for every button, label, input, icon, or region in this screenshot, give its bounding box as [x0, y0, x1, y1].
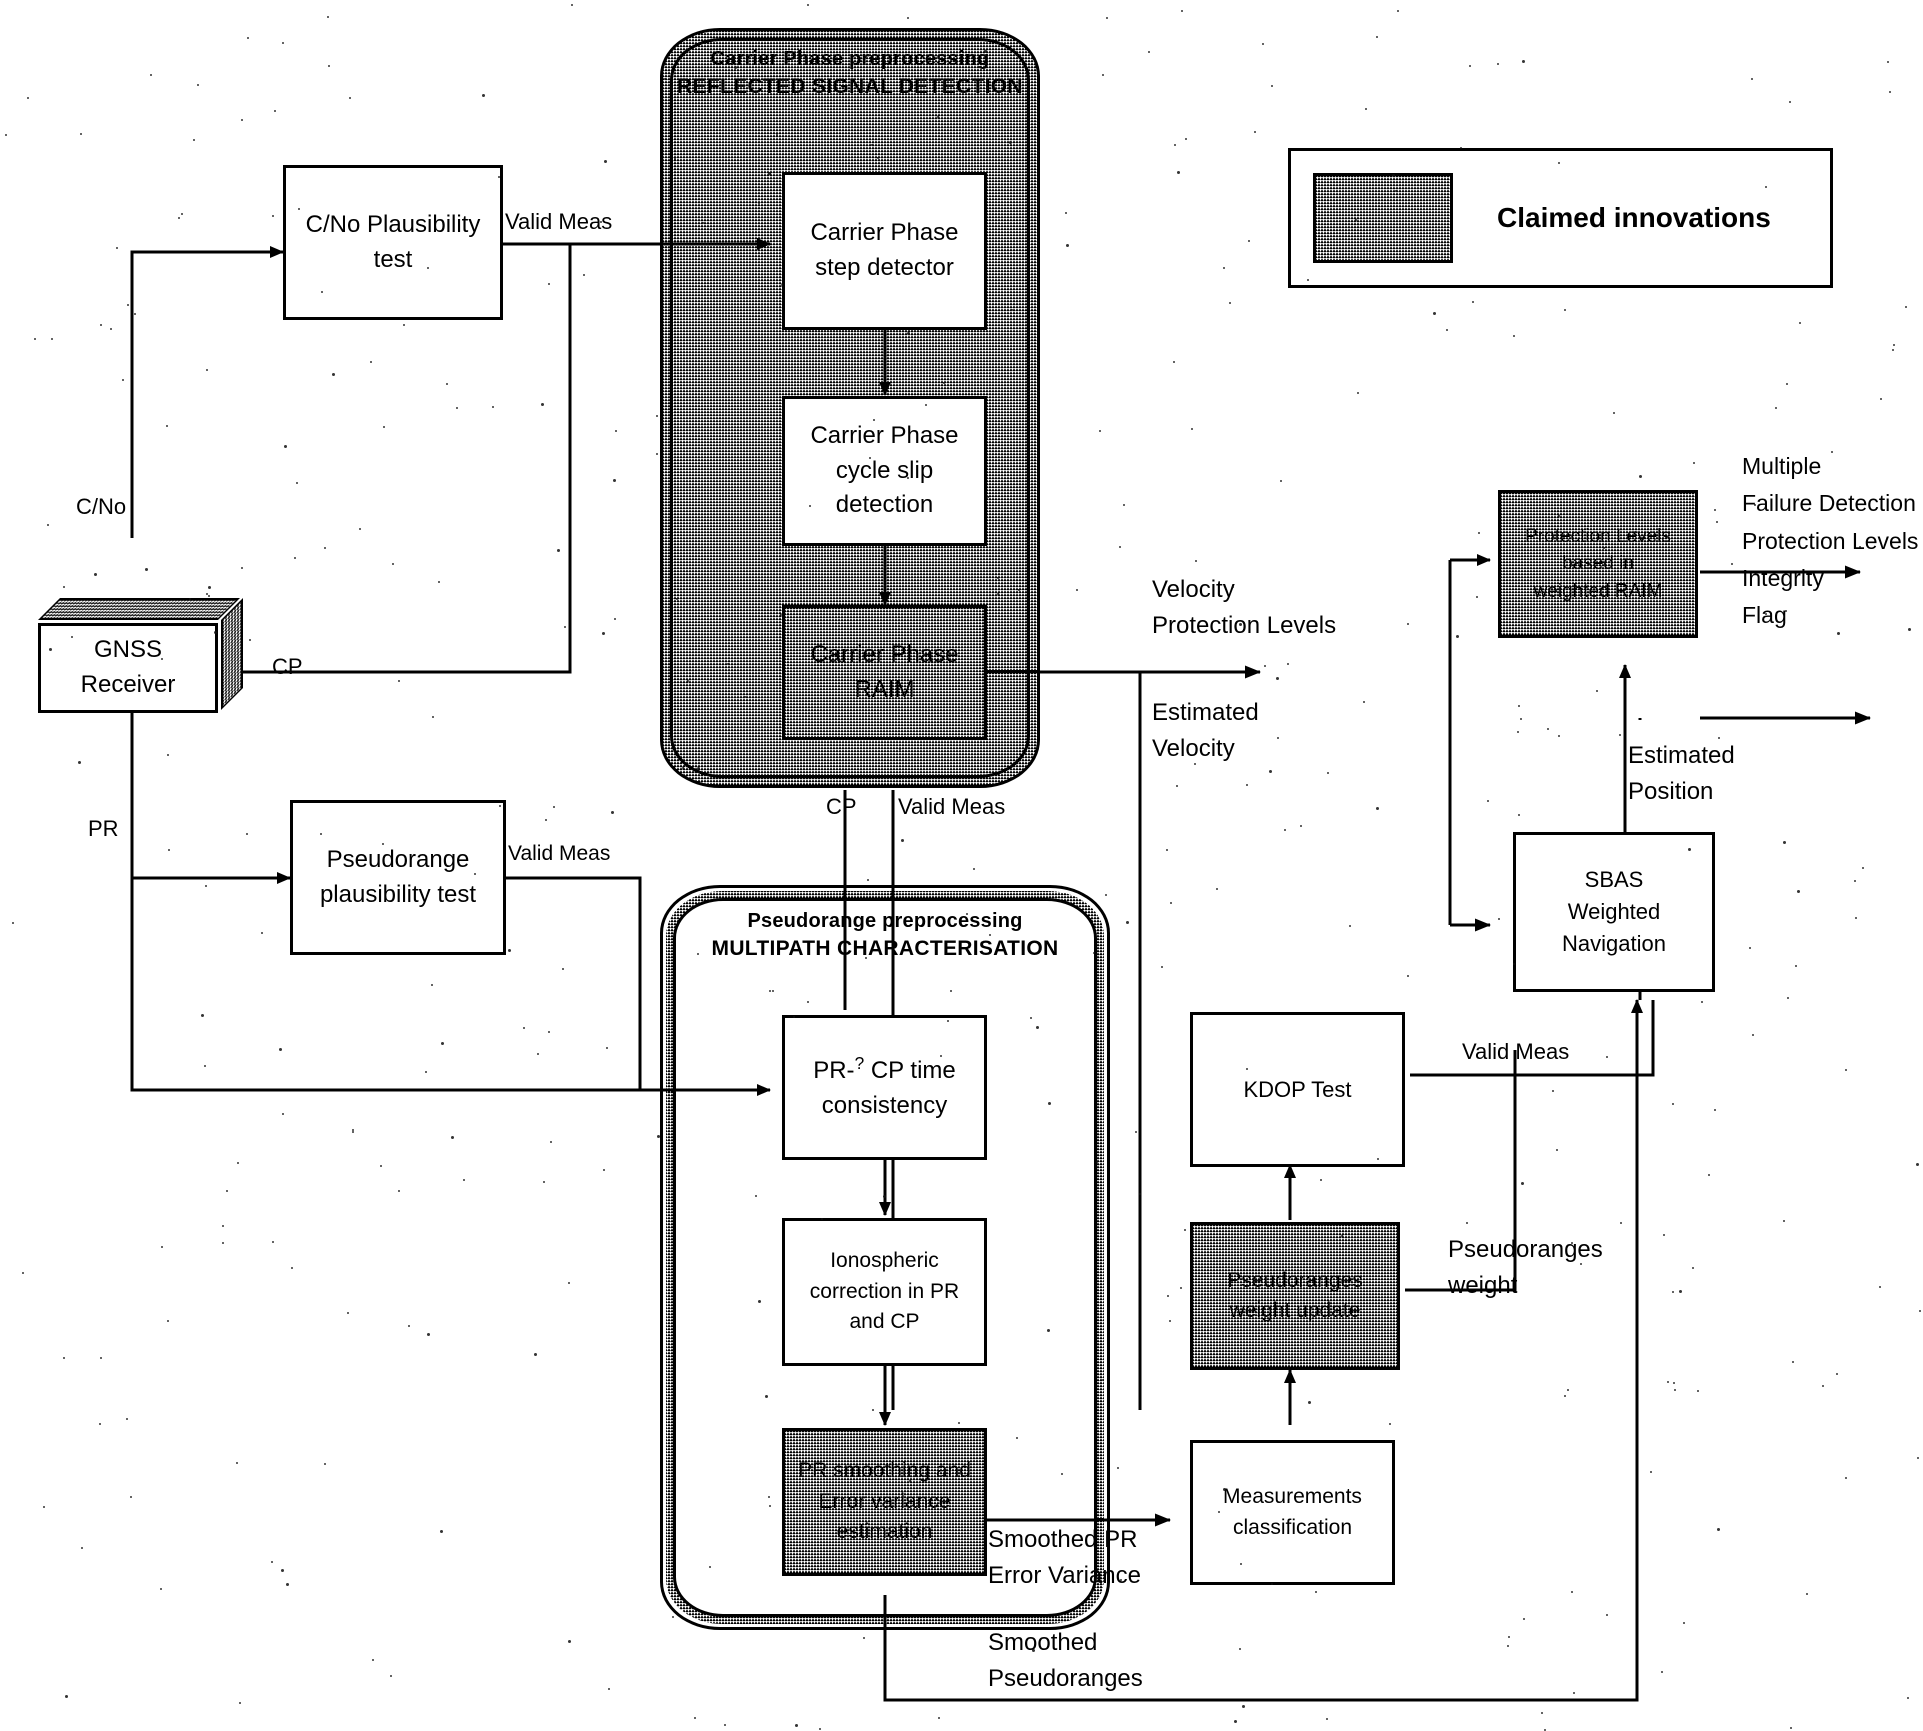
legend-box: Claimed innovations	[1288, 148, 1833, 288]
label-line: Protection Levels	[1152, 612, 1337, 639]
block-line: test	[373, 245, 413, 273]
block-line: plausibility test	[319, 880, 477, 908]
edge-label-smoothed-pr-error-variance: Smoothed PR Error Variance	[988, 1522, 1208, 1594]
edge-label-cp-mid: CP	[826, 794, 857, 819]
block-line: correction in PR	[809, 1279, 960, 1303]
block-line: Pseudorange	[326, 845, 470, 873]
group-title-line1: Pseudorange preprocessing	[747, 910, 1023, 932]
block-line: Carrier Phase	[810, 421, 959, 449]
block-line: weighted RAIM	[1533, 580, 1663, 602]
label-line: Integrity	[1742, 564, 1824, 591]
block-line: Error variance	[818, 1489, 951, 1513]
edge-label-multiple-failure-output: Multiple Failure Detection Protection Le…	[1742, 448, 1923, 634]
edge-label-estimated-position: Estimated Position	[1628, 738, 1838, 810]
receiver-side-face	[221, 598, 243, 710]
block-line: Carrier Phase	[810, 219, 959, 247]
edge-label-valid-meas-1: Valid Meas	[505, 209, 613, 234]
label-line: Protection Levels	[1742, 527, 1919, 554]
block-line: step detector	[815, 254, 954, 281]
carrier-phase-cycle-slip-detection-block[interactable]: Carrier Phase cycle slip detection	[782, 396, 987, 546]
label-line: Smoothed	[988, 1629, 1098, 1656]
ionospheric-correction-block[interactable]: Ionospheric correction in PR and CP	[782, 1218, 987, 1366]
block-line: Carrier Phase	[810, 640, 959, 668]
edge-label-smoothed-pseudoranges: Smoothed Pseudoranges	[988, 1625, 1218, 1697]
label-line: Multiple	[1742, 453, 1822, 479]
block-line: estimation	[836, 1520, 933, 1544]
block-line: Ionospheric	[830, 1249, 939, 1273]
legend-label: Claimed innovations	[1497, 202, 1771, 233]
edge-label-cno: C/No	[76, 494, 127, 519]
label-line: Velocity	[1152, 576, 1235, 603]
edge-label-valid-meas-4: Valid Meas	[1462, 1039, 1570, 1064]
block-line: RAIM	[854, 675, 915, 703]
receiver-front-face: GNSS Receiver	[38, 623, 218, 713]
pseudoranges-weight-update-block[interactable]: Pseudoranges weight update	[1190, 1222, 1400, 1370]
block-line: cycle slip	[835, 456, 934, 484]
edge-label-pr: PR	[88, 816, 119, 841]
block-line: Pseudoranges	[1227, 1268, 1363, 1292]
pr-smoothing-error-variance-block[interactable]: PR smoothing and Error variance estimati…	[782, 1428, 987, 1576]
label-line: Estimated	[1628, 742, 1735, 769]
gnss-receiver-block[interactable]: GNSS Receiver	[38, 598, 243, 713]
label-line: Velocity	[1152, 735, 1235, 762]
label-line: Pseudoranges	[1448, 1236, 1603, 1263]
block-line: Navigation	[1562, 930, 1666, 956]
block-line: GNSS	[93, 636, 162, 664]
label-line: Flag	[1742, 602, 1787, 628]
measurements-classification-block[interactable]: Measurements classification	[1190, 1440, 1395, 1585]
group-title-line2: REFLECTED SIGNAL DETECTION	[677, 75, 1023, 98]
block-line: C/No Plausibility	[305, 210, 481, 238]
pseudorange-plausibility-test-block[interactable]: Pseudorange plausibility test	[290, 800, 506, 955]
block-line: classification	[1232, 1515, 1353, 1539]
label-line: Error Variance	[988, 1562, 1141, 1589]
cno-plausibility-test-block[interactable]: C/No Plausibility test	[283, 165, 503, 320]
carrier-phase-step-detector-block[interactable]: Carrier Phase step detector	[782, 172, 987, 330]
receiver-top-face	[38, 598, 240, 620]
group-title-line2: MULTIPATH CHARACTERISATION	[711, 937, 1059, 960]
label-line: Smoothed PR	[988, 1526, 1138, 1553]
block-line: based in	[1562, 553, 1634, 575]
label-line: Pseudoranges	[988, 1665, 1143, 1692]
edge-label-estimated-velocity: Estimated Velocity	[1152, 695, 1352, 767]
label-line: Position	[1628, 778, 1714, 805]
hatched-swatch-icon	[1313, 173, 1453, 263]
kdop-test-block[interactable]: KDOP Test	[1190, 1012, 1405, 1167]
block-line: Receiver	[80, 671, 176, 698]
block-line: Protection Levels	[1525, 525, 1671, 547]
group-title-line1: Carrier Phase preprocessing	[710, 48, 990, 70]
block-line: PR-? CP time	[813, 1053, 956, 1085]
carrier-phase-raim-block[interactable]: Carrier Phase RAIM	[782, 605, 987, 740]
block-line: PR smoothing and	[798, 1459, 971, 1483]
edge-label-velocity-protection-levels: Velocity Protection Levels	[1152, 572, 1362, 644]
block-line: Weighted	[1567, 899, 1661, 925]
sbas-weighted-navigation-block[interactable]: SBAS Weighted Navigation	[1513, 832, 1715, 992]
pseudorange-preprocessing-title: Pseudorange preprocessing MULTIPATH CHAR…	[660, 910, 1110, 961]
pr-cp-time-consistency-block[interactable]: PR-? CP time consistency	[782, 1015, 987, 1160]
block-line: SBAS	[1584, 867, 1644, 893]
block-line: detection	[835, 491, 934, 519]
label-line: Estimated	[1152, 699, 1259, 726]
edge-label-valid-meas-2: Valid Meas	[508, 842, 611, 865]
label-line: Failure Detection	[1742, 490, 1916, 517]
block-line: KDOP Test	[1243, 1076, 1352, 1102]
carrier-phase-preprocessing-title: Carrier Phase preprocessing REFLECTED SI…	[660, 48, 1040, 99]
label-line: weight	[1448, 1272, 1518, 1299]
edge-label-valid-meas-3: Valid Meas	[898, 794, 1006, 819]
edge-label-pseudoranges-weight: Pseudoranges weight	[1448, 1232, 1668, 1304]
block-line: weight update	[1229, 1299, 1361, 1322]
edge-label-cp: CP	[272, 654, 303, 679]
protection-levels-weighted-raim-block[interactable]: Protection Levels based in weighted RAIM	[1498, 490, 1698, 638]
block-line: consistency	[821, 1092, 948, 1119]
block-line: and CP	[849, 1310, 920, 1334]
block-line: Measurements	[1223, 1485, 1362, 1509]
